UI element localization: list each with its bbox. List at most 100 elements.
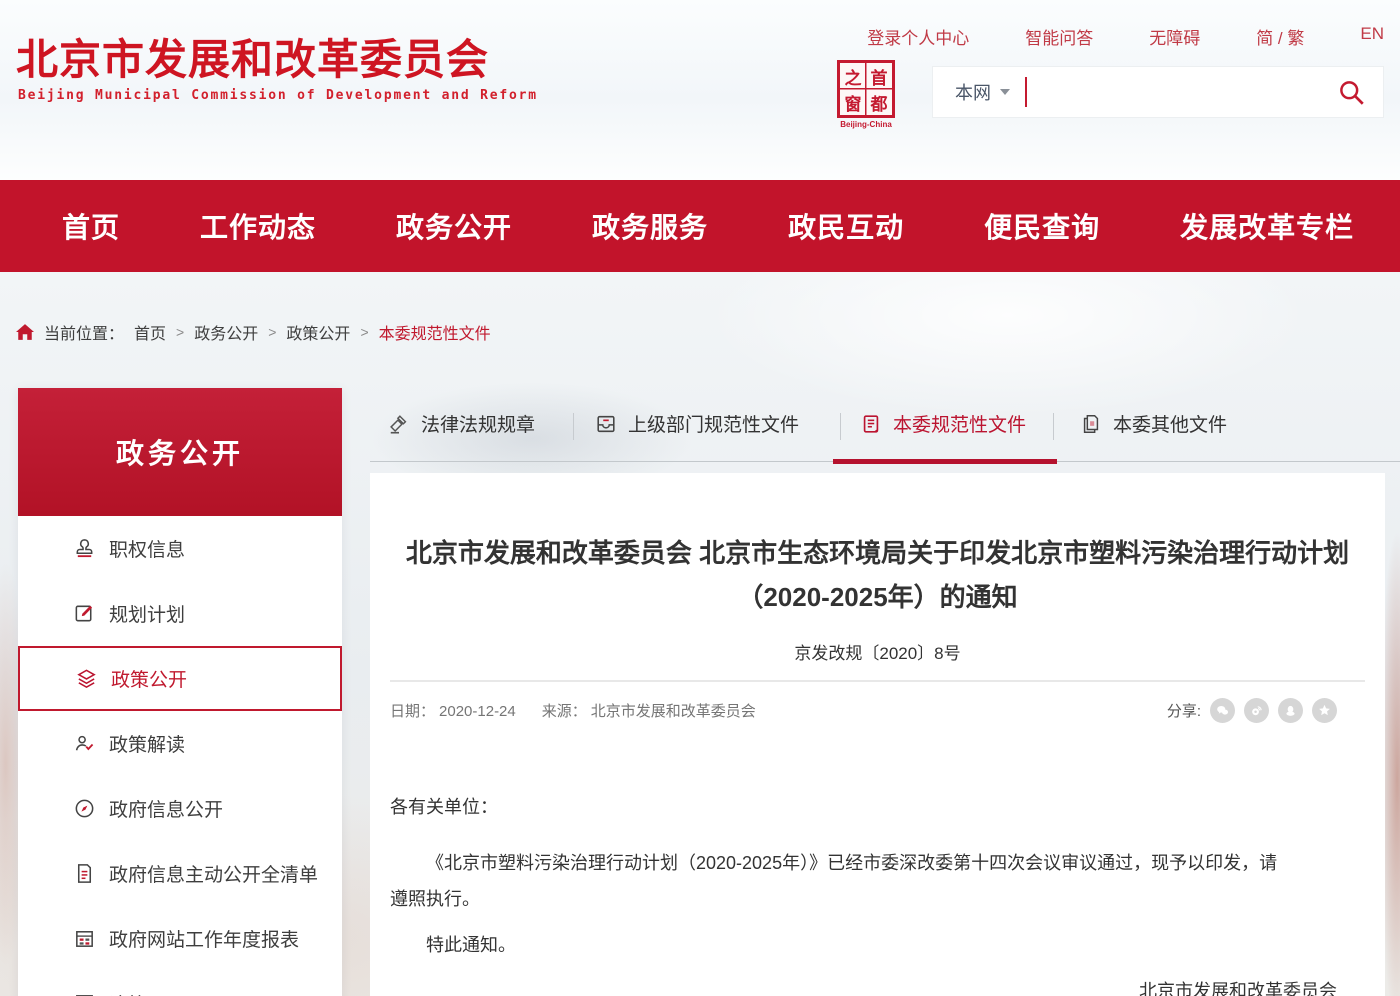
date-value: 2020-12-24 bbox=[439, 703, 516, 720]
accessibility-link[interactable]: 无障碍 bbox=[1149, 24, 1200, 49]
tab-label: 本委规范性文件 bbox=[893, 410, 1026, 437]
article-card: 北京市发展和改革委员会 北京市生态环境局关于印发北京市塑料污染治理行动计划（20… bbox=[370, 473, 1385, 996]
breadcrumb-gov-disclosure[interactable]: 政务公开 bbox=[194, 320, 258, 344]
sidebar-item-label: 政府信息主动公开全清单 bbox=[109, 860, 318, 887]
nav-item-gov-disclosure[interactable]: 政务公开 bbox=[396, 206, 512, 246]
person-check-icon bbox=[73, 732, 96, 755]
sidebar-item-label: 政府信息公开 bbox=[109, 795, 223, 822]
sidebar-item-policy-disclosure[interactable]: 政策公开 bbox=[18, 646, 342, 711]
document-number: 京发改规〔2020〕8号 bbox=[370, 639, 1385, 664]
search-icon bbox=[1338, 79, 1365, 106]
search-button[interactable] bbox=[1338, 79, 1365, 106]
tab-superior-normative-docs[interactable]: 上级部门规范性文件 bbox=[595, 410, 799, 437]
source-label: 来源： bbox=[542, 703, 587, 720]
gavel-icon bbox=[388, 413, 410, 435]
breadcrumb-current-page: 本委规范性文件 bbox=[379, 320, 491, 344]
smart-qa-link[interactable]: 智能问答 bbox=[1025, 24, 1093, 49]
sidebar: 政务公开 职权信息 规划计划 政策公开 政策解读 bbox=[18, 388, 342, 996]
plan-edit-icon bbox=[73, 602, 96, 625]
compass-icon bbox=[73, 797, 96, 820]
page: 北京市发展和改革委员会 Beijing Municipal Commission… bbox=[0, 0, 1400, 996]
nav-item-reform-special[interactable]: 发展改革专栏 bbox=[1180, 206, 1354, 246]
share-label: 分享: bbox=[1167, 700, 1201, 721]
tab-committee-other-docs[interactable]: 本委其他文件 bbox=[1080, 410, 1227, 437]
article-paragraph: 《北京市塑料污染治理行动计划（2020-2025年）》已经市委深改委第十四次会议… bbox=[390, 845, 1295, 917]
tab-committee-normative-docs[interactable]: 本委规范性文件 bbox=[860, 410, 1026, 437]
search-bar: 本网 bbox=[932, 66, 1384, 118]
breadcrumb-home[interactable]: 首页 bbox=[134, 320, 166, 344]
seal-icon: 之 首 窗 都 bbox=[837, 60, 895, 118]
main-nav: 首页 工作动态 政务公开 政务服务 政民互动 便民查询 发展改革专栏 bbox=[0, 180, 1400, 272]
breadcrumb-separator: > bbox=[360, 324, 368, 340]
catalog-icon bbox=[73, 992, 96, 996]
sidebar-item-proactive-disclosure-list[interactable]: 政府信息主动公开全清单 bbox=[18, 841, 342, 906]
search-scope-label: 本网 bbox=[955, 79, 991, 105]
qq-icon[interactable] bbox=[1278, 698, 1303, 723]
tab-laws-regulations[interactable]: 法律法规规章 bbox=[388, 410, 535, 437]
file-copy-icon bbox=[1080, 413, 1102, 435]
notice-line: 特此通知。 bbox=[390, 927, 1295, 963]
sidebar-item-label: 政策公开 bbox=[111, 665, 187, 692]
sidebar-item-planning[interactable]: 规划计划 bbox=[18, 581, 342, 646]
site-header: 北京市发展和改革委员会 Beijing Municipal Commission… bbox=[0, 0, 1400, 180]
breadcrumb-separator: > bbox=[268, 324, 276, 340]
sidebar-item-label: 政府网站工作年度报表 bbox=[109, 925, 299, 952]
tab-divider bbox=[1053, 413, 1054, 440]
tab-label: 本委其他文件 bbox=[1113, 410, 1227, 437]
sidebar-title: 政务公开 bbox=[18, 388, 342, 516]
breadcrumb-separator: > bbox=[176, 324, 184, 340]
divider bbox=[390, 680, 1365, 682]
english-link[interactable]: EN bbox=[1360, 24, 1384, 49]
inbox-doc-icon bbox=[595, 413, 617, 435]
sidebar-item-label: 规划计划 bbox=[109, 600, 185, 627]
article-meta: 日期：2020-12-24 来源：北京市发展和改革委员会 分享: bbox=[390, 698, 1365, 723]
report-table-icon bbox=[73, 927, 96, 950]
login-personal-center-link[interactable]: 登录个人中心 bbox=[867, 24, 969, 49]
tab-label: 上级部门规范性文件 bbox=[628, 410, 799, 437]
article-body: 各有关单位： 《北京市塑料污染治理行动计划（2020-2025年）》已经市委深改… bbox=[390, 789, 1295, 963]
search-scope-dropdown[interactable]: 本网 bbox=[955, 79, 1010, 105]
breadcrumb: 当前位置： 首页 > 政务公开 > 政策公开 > 本委规范性文件 bbox=[16, 320, 491, 344]
weibo-icon[interactable] bbox=[1244, 698, 1269, 723]
sidebar-item-decision-catalog[interactable]: 决策目录 bbox=[18, 971, 342, 996]
nav-item-convenience-query[interactable]: 便民查询 bbox=[984, 206, 1100, 246]
sidebar-item-website-annual-report[interactable]: 政府网站工作年度报表 bbox=[18, 906, 342, 971]
site-title: 北京市发展和改革委员会 bbox=[16, 26, 489, 87]
nav-item-work-dynamics[interactable]: 工作动态 bbox=[200, 206, 316, 246]
sidebar-item-authority-info[interactable]: 职权信息 bbox=[18, 516, 342, 581]
seal-char: 都 bbox=[866, 89, 892, 115]
source-value: 北京市发展和改革委员会 bbox=[591, 703, 756, 720]
star-icon[interactable] bbox=[1312, 698, 1337, 723]
nav-item-public-interaction[interactable]: 政民互动 bbox=[788, 206, 904, 246]
date-label: 日期： bbox=[390, 703, 435, 720]
breadcrumb-policy-disclosure[interactable]: 政策公开 bbox=[286, 320, 350, 344]
tab-divider bbox=[573, 413, 574, 440]
sidebar-item-label: 政策解读 bbox=[109, 730, 185, 757]
home-icon bbox=[16, 324, 34, 340]
sidebar-item-label: 职权信息 bbox=[109, 535, 185, 562]
nav-item-home[interactable]: 首页 bbox=[62, 206, 120, 246]
capital-window-seal-logo[interactable]: 之 首 窗 都 Beijing-China bbox=[836, 60, 896, 129]
simplified-traditional-toggle[interactable]: 简 / 繁 bbox=[1256, 24, 1304, 49]
salutation: 各有关单位： bbox=[390, 789, 1295, 825]
document-type-tabs: 法律法规规章 上级部门规范性文件 本委规范性文件 本委其他文件 bbox=[370, 400, 1400, 462]
main-content: 法律法规规章 上级部门规范性文件 本委规范性文件 本委其他文件 北京市发展和改革… bbox=[370, 400, 1400, 462]
chevron-down-icon bbox=[1000, 89, 1010, 95]
utility-links: 登录个人中心 智能问答 无障碍 简 / 繁 EN bbox=[867, 24, 1384, 49]
breadcrumb-prefix: 当前位置： bbox=[44, 320, 124, 344]
seal-caption: Beijing-China bbox=[836, 120, 896, 129]
sidebar-item-policy-interpretation[interactable]: 政策解读 bbox=[18, 711, 342, 776]
date-source: 日期：2020-12-24 来源：北京市发展和改革委员会 bbox=[390, 700, 760, 721]
search-input[interactable] bbox=[1027, 71, 1338, 113]
site-subtitle: Beijing Municipal Commission of Developm… bbox=[18, 88, 538, 103]
share-bar: 分享: bbox=[1167, 698, 1365, 723]
wechat-icon[interactable] bbox=[1210, 698, 1235, 723]
active-tab-underline bbox=[833, 459, 1057, 464]
document-lines-icon bbox=[860, 413, 882, 435]
document-list-icon bbox=[73, 862, 96, 885]
seal-char: 窗 bbox=[840, 89, 866, 115]
nav-item-gov-services[interactable]: 政务服务 bbox=[592, 206, 708, 246]
stamp-icon bbox=[73, 537, 96, 560]
sidebar-item-gov-info-disclosure[interactable]: 政府信息公开 bbox=[18, 776, 342, 841]
article-title: 北京市发展和改革委员会 北京市生态环境局关于印发北京市塑料污染治理行动计划（20… bbox=[403, 531, 1353, 619]
